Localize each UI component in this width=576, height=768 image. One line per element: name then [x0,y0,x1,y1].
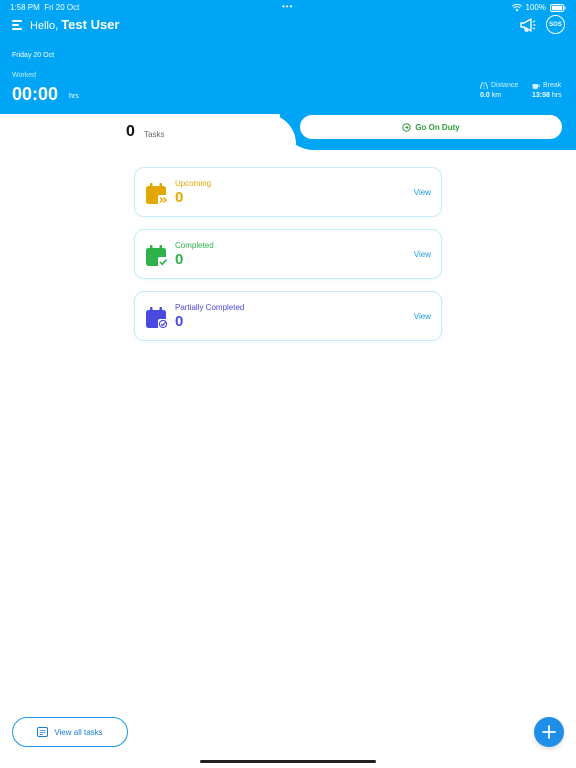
coffee-cup-icon [532,84,540,89]
card-title: Partially Completed [175,303,245,312]
status-bar-right: 100% [511,3,566,12]
calendar-arrow-icon [146,183,168,205]
wifi-icon [511,3,522,11]
greeting: Hello, Test User [30,17,120,32]
status-bar-time: 1:58 PM Fri 20 Oct [10,3,80,12]
view-all-tasks-label: View all tasks [54,727,103,737]
view-all-tasks-button[interactable]: View all tasks [12,717,128,747]
tasks-label: Tasks [144,130,165,139]
view-link[interactable]: View [414,250,431,259]
break-stat: Break 13:58 hrs [532,82,562,99]
distance-label: Distance [491,82,519,89]
go-on-duty-button[interactable]: Go On Duty [300,115,562,139]
card-count: 0 [175,313,184,330]
battery-percent: 100% [525,3,546,12]
plus-icon [542,725,556,739]
break-label: Break [543,82,562,89]
calendar-partial-check-icon [146,307,168,329]
megaphone-icon[interactable] [519,16,537,34]
current-date: Friday 20 Oct [12,52,55,59]
worked-value: 00:00 [12,84,59,104]
user-name: Test User [61,17,120,32]
view-link[interactable]: View [414,312,431,321]
completed-tasks-card[interactable]: Completed 0 View [134,229,442,279]
list-calendar-icon [37,727,49,737]
break-value: 13:58 [532,92,550,99]
multitask-dots[interactable]: ••• [282,2,293,11]
clock-arrow-icon [402,122,411,132]
sos-button[interactable]: SOS [546,15,565,34]
card-title: Completed [175,241,214,250]
home-indicator[interactable] [200,760,376,763]
go-on-duty-label: Go On Duty [415,122,460,132]
tasks-count: 0 [126,123,135,140]
card-title: Upcoming [175,179,212,188]
card-count: 0 [175,251,184,268]
menu-icon[interactable] [12,19,24,31]
add-task-button[interactable] [534,717,564,747]
distance-stat: Distance 0.0 km [480,82,518,99]
tasks-tab-background [0,114,296,174]
road-icon [480,82,488,89]
break-unit: hrs [551,92,562,99]
partially-completed-tasks-card[interactable]: Partially Completed 0 View [134,291,442,341]
battery-icon [550,3,566,12]
calendar-check-icon [146,245,168,267]
worked-label: Worked [12,72,36,79]
upcoming-tasks-card[interactable]: Upcoming 0 View [134,167,442,217]
worked-unit: hrs [69,93,79,100]
view-link[interactable]: View [414,188,431,197]
distance-value: 0.0 [480,92,490,99]
card-count: 0 [175,189,184,206]
distance-unit: km [491,92,502,99]
